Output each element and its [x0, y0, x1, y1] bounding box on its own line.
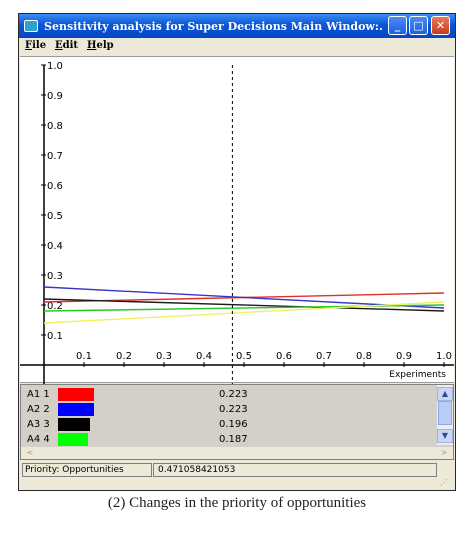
legend-row-label: A2 2	[27, 404, 50, 415]
legend-row-label: A4 4	[27, 434, 50, 445]
x-tick-label: 0.3	[156, 351, 172, 362]
x-tick-label: 1.0	[436, 351, 452, 362]
scroll-thumb[interactable]	[438, 401, 452, 425]
menu-file[interactable]: File	[25, 40, 46, 51]
y-tick-label: 0.7	[47, 151, 63, 162]
chart-svg: 0.10.20.30.40.50.60.70.80.91.00.1 0.2 0.3 0…	[20, 61, 454, 384]
legend-row[interactable]: A2 2 0.223	[21, 403, 433, 417]
sensitivity-plot[interactable]: 0.1 0.2 0.3 0.4 0.5 0.6 0.7 0.8 0.9 1.0 0.1 0.2 0.3 0…	[20, 56, 454, 384]
legend-panel: A1 10.223A2 20.223A3 30.196A4 40.187A5 5…	[20, 384, 454, 460]
legend-color-swatch	[58, 433, 88, 446]
x-tick-label: 0.6	[276, 351, 292, 362]
x-tick-label: 0.2	[116, 351, 132, 362]
y-tick-label: 0.5	[47, 211, 63, 222]
legend-row-label: A3 3	[27, 419, 50, 430]
legend-row-value: 0.223	[219, 389, 248, 400]
y-tick-label: 0.6	[47, 181, 63, 192]
legend-row-value: 0.196	[219, 419, 248, 430]
status-value: 0.471058421053	[153, 463, 437, 477]
minimize-button[interactable]: _	[388, 16, 407, 35]
y-tick-label: 0.8	[47, 121, 63, 132]
sensitivity-window: Sensitivity analysis for Super Decisions…	[18, 13, 456, 491]
y-tick-label: 0.1	[47, 331, 63, 342]
legend-horizontal-scrollbar[interactable]: < >	[21, 447, 453, 459]
series-line-a4	[43, 304, 445, 312]
x-tick-label: 0.5	[236, 351, 252, 362]
x-tick-label: 0.1	[76, 351, 92, 362]
menu-help[interactable]: Help	[87, 40, 114, 51]
menu-bar: File Edit Help	[19, 38, 455, 56]
scroll-up-button[interactable]: ▲	[437, 387, 453, 401]
status-bar: Priority: Opportunities 0.471058421053 ⋰	[20, 462, 454, 490]
x-tick-label: 0.7	[316, 351, 332, 362]
y-tick-label: 0.3	[47, 271, 63, 282]
maximize-button[interactable]: □	[409, 16, 428, 35]
legend-vertical-scrollbar[interactable]: ▲ ▼	[437, 385, 453, 445]
window-title: Sensitivity analysis for Super Decisions…	[44, 19, 382, 33]
legend-row[interactable]: A4 4 0.187	[21, 433, 433, 447]
legend-color-swatch	[58, 418, 90, 431]
x-tick-label: 0.8	[356, 351, 372, 362]
scroll-right-button[interactable]: >	[437, 447, 451, 459]
app-icon	[24, 20, 38, 32]
legend-row-value: 0.187	[219, 434, 248, 445]
legend-row-value: 0.223	[219, 404, 248, 415]
legend-row[interactable]: A1 1 0.223	[21, 388, 433, 402]
menu-edit[interactable]: Edit	[55, 40, 78, 51]
legend-color-swatch	[58, 403, 94, 416]
resize-grip[interactable]: ⋰	[440, 478, 448, 487]
figure-caption: (2) Changes in the priority of opportuni…	[107, 495, 367, 511]
status-label: Priority: Opportunities	[22, 463, 152, 477]
scroll-left-button[interactable]: <	[23, 447, 37, 459]
y-tick-label: 0.9	[47, 91, 63, 102]
legend-color-swatch	[58, 388, 94, 401]
legend-row[interactable]: A3 3 0.196	[21, 418, 433, 432]
x-tick-label: 0.4	[196, 351, 212, 362]
title-bar[interactable]: Sensitivity analysis for Super Decisions…	[19, 14, 455, 38]
x-axis-label: Experiments	[389, 370, 446, 380]
y-tick-label: 0.4	[47, 241, 63, 252]
close-button[interactable]: ✕	[431, 16, 450, 35]
legend-row-label: A1 1	[27, 389, 50, 400]
y-tick-label: 1.0	[47, 61, 63, 72]
scroll-down-button[interactable]: ▼	[437, 429, 453, 443]
x-tick-label: 0.9	[396, 351, 412, 362]
